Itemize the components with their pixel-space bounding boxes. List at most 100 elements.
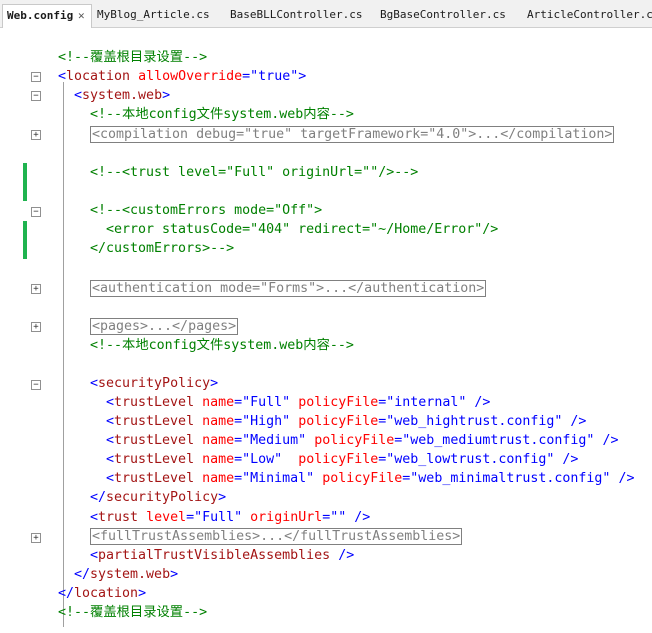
- code-line: <partialTrustVisibleAssemblies />: [90, 546, 354, 565]
- value-token: "Medium": [242, 433, 307, 448]
- tag-token: partialTrustVisibleAssemblies: [98, 548, 331, 563]
- value-token: "web_mediumtrust.config": [402, 433, 595, 448]
- value-token: "Full": [194, 510, 243, 525]
- collapsed-region[interactable]: <compilation debug="true" targetFramewor…: [90, 126, 615, 143]
- code-line: <trustLevel name="Full" policyFile="inte…: [106, 395, 491, 410]
- tag-token: trustLevel: [114, 433, 195, 448]
- tag-token: trustLevel: [114, 395, 195, 410]
- code-line: <!--<trust level="Full" originUrl=""/>--…: [90, 163, 418, 182]
- code-line: <authentication mode="Forms">...</authen…: [90, 279, 487, 298]
- value-token: "Minimal": [242, 471, 315, 486]
- tag-token: location: [74, 586, 139, 601]
- attribute-token: level: [146, 510, 187, 525]
- expand-toggle-icon[interactable]: +: [31, 533, 41, 543]
- tag-token: securityPolicy: [98, 376, 211, 391]
- value-token: "Low": [242, 452, 283, 467]
- tag-token: trustLevel: [114, 452, 195, 467]
- bracket-token: >: [138, 586, 147, 601]
- code-line: <fullTrustAssemblies>...</fullTrustAssem…: [90, 527, 463, 546]
- value-token: "": [330, 510, 347, 525]
- tag-token: securityPolicy: [106, 490, 219, 505]
- attribute-token: originUrl: [250, 510, 323, 525]
- value-token: "Full": [242, 395, 291, 410]
- code-editor[interactable]: − − + − + + − + <!--覆盖根目录设置--> <location…: [0, 28, 652, 633]
- code-line: <system.web>: [74, 86, 170, 105]
- code-line: </location>: [58, 584, 146, 603]
- attribute-token: name: [202, 452, 235, 467]
- tab-articlecontroller[interactable]: ArticleController.cs: [527, 6, 652, 24]
- collapsed-region[interactable]: <pages>...</pages>: [90, 318, 239, 335]
- code-line: <trustLevel name="Low" policyFile="web_l…: [106, 452, 579, 467]
- comment-token: </customErrors>-->: [90, 241, 235, 256]
- bracket-token: />: [618, 471, 635, 486]
- comment-token: <!--<customErrors mode="Off">: [90, 203, 323, 218]
- code-line: <securityPolicy>: [90, 374, 218, 393]
- value-token: "internal": [386, 395, 467, 410]
- code-line: <!--覆盖根目录设置-->: [58, 48, 207, 67]
- change-marker: [23, 163, 27, 201]
- value-token: "web_minimaltrust.config": [410, 471, 611, 486]
- code-line: <compilation debug="true" targetFramewor…: [90, 125, 615, 144]
- code-line: </customErrors>-->: [90, 239, 234, 258]
- bracket-token: <: [106, 395, 115, 410]
- bracket-token: />: [562, 452, 579, 467]
- change-marker: [23, 221, 27, 259]
- code-line: </system.web>: [74, 565, 178, 584]
- attribute-token: policyFile: [322, 471, 403, 486]
- value-token: "web_lowtrust.config": [386, 452, 555, 467]
- attribute-token: name: [202, 395, 235, 410]
- code-line: <pages>...</pages>: [90, 317, 239, 336]
- collapse-toggle-icon[interactable]: −: [31, 72, 41, 82]
- bracket-token: </: [58, 586, 75, 601]
- comment-token: <!--本地config文件system.web内容-->: [90, 107, 354, 122]
- attribute-token: policyFile: [298, 395, 379, 410]
- value-token: "web_hightrust.config": [386, 414, 563, 429]
- outline-guide: [63, 82, 64, 627]
- tag-token: trustLevel: [114, 414, 195, 429]
- comment-token: <!--本地config文件system.web内容-->: [90, 338, 354, 353]
- attribute-token: name: [202, 433, 235, 448]
- expand-toggle-icon[interactable]: +: [31, 130, 41, 140]
- collapse-toggle-icon[interactable]: −: [31, 380, 41, 390]
- tag-token: location: [66, 69, 131, 84]
- bracket-token: =: [242, 69, 251, 84]
- collapsed-region[interactable]: <authentication mode="Forms">...</authen…: [90, 280, 487, 297]
- tag-token: trustLevel: [114, 471, 195, 486]
- collapse-toggle-icon[interactable]: −: [31, 207, 41, 217]
- collapse-toggle-icon[interactable]: −: [31, 91, 41, 101]
- bracket-token: <: [90, 548, 99, 563]
- attribute-token: name: [202, 414, 235, 429]
- attribute-token: policyFile: [314, 433, 395, 448]
- attribute-token: name: [202, 471, 235, 486]
- line-gutter: [0, 28, 25, 633]
- expand-toggle-icon[interactable]: +: [31, 322, 41, 332]
- comment-token: <!--覆盖根目录设置-->: [58, 50, 208, 65]
- tab-bgbasecontroller[interactable]: BgBaseController.cs: [380, 6, 506, 24]
- tag-token: trust: [98, 510, 139, 525]
- value-token: "High": [242, 414, 291, 429]
- bracket-token: </: [90, 490, 107, 505]
- comment-token: <!--<trust level="Full" originUrl=""/>--…: [90, 165, 419, 180]
- tag-token: system.web: [90, 567, 171, 582]
- tab-myblog-article[interactable]: MyBlog_Article.cs: [97, 6, 210, 24]
- bracket-token: />: [474, 395, 491, 410]
- tab-web-config[interactable]: Web.config ✕: [2, 4, 92, 28]
- code-line: <!--覆盖根目录设置-->: [58, 603, 207, 622]
- bracket-token: <: [90, 376, 99, 391]
- bracket-token: >: [218, 490, 227, 505]
- code-line: </securityPolicy>: [90, 488, 226, 507]
- attribute-token: policyFile: [298, 452, 379, 467]
- code-line: <trustLevel name="High" policyFile="web_…: [106, 414, 587, 429]
- close-icon[interactable]: ✕: [78, 5, 85, 27]
- bracket-token: <: [106, 433, 115, 448]
- tab-label: Web.config: [7, 9, 74, 22]
- code-line: <trustLevel name="Medium" policyFile="we…: [106, 433, 619, 448]
- bracket-token: />: [338, 548, 355, 563]
- collapsed-region[interactable]: <fullTrustAssemblies>...</fullTrustAssem…: [90, 528, 463, 545]
- expand-toggle-icon[interactable]: +: [31, 284, 41, 294]
- attribute-token: allowOverride: [138, 69, 243, 84]
- tag-token: system.web: [82, 88, 163, 103]
- code-line: <location allowOverride="true">: [58, 67, 306, 86]
- bracket-token: <: [106, 414, 115, 429]
- tab-basebllcontroller[interactable]: BaseBLLController.cs: [230, 6, 362, 24]
